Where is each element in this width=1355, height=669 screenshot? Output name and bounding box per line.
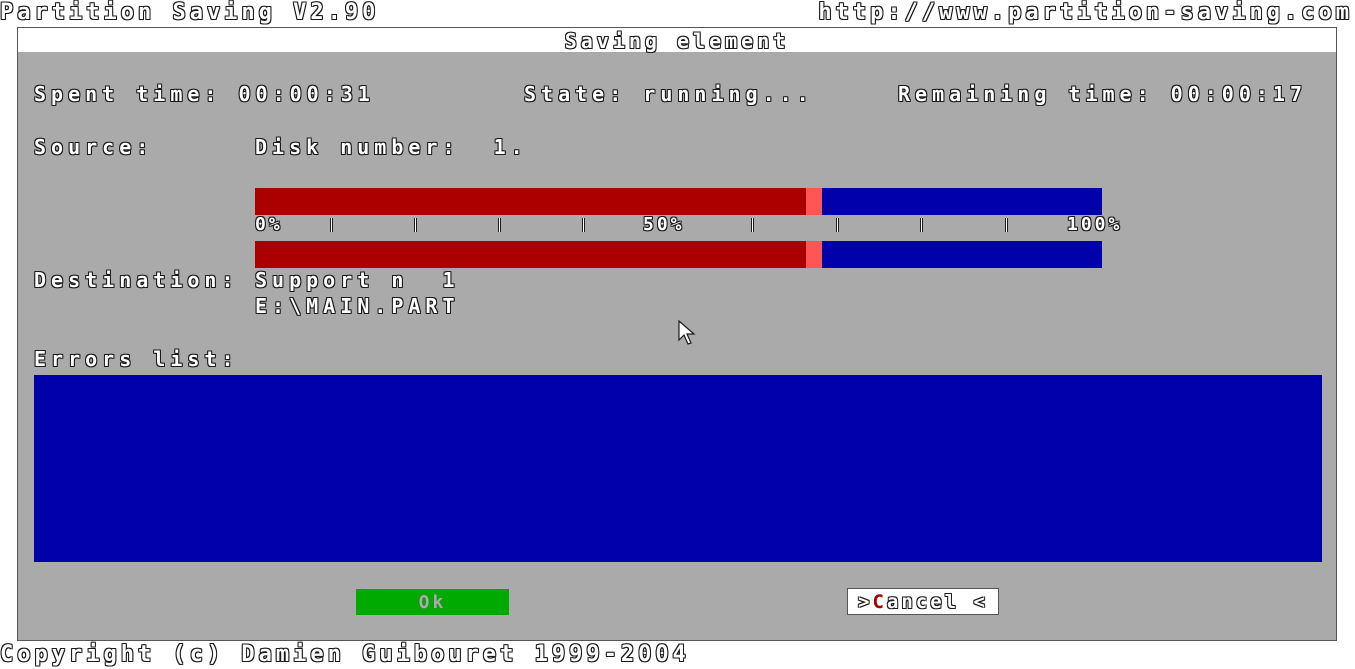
- progress-bar-source-fill: [255, 188, 806, 215]
- dialog-title: Saving element: [564, 29, 790, 53]
- progress-bar-destination-fill: [255, 241, 806, 268]
- app-title: Partition Saving V2.90: [0, 0, 380, 25]
- cancel-label-rest: ancel <: [886, 590, 988, 613]
- scale-tick: [583, 218, 584, 232]
- errors-label: Errors list:: [34, 347, 239, 371]
- errors-list[interactable]: [34, 375, 1322, 562]
- cancel-button[interactable]: > Cancel <: [847, 588, 999, 615]
- dialog-titlebar: Saving element: [18, 28, 1336, 52]
- source-label: Source:: [34, 135, 154, 159]
- destination-path: E:\MAIN.PART: [255, 294, 460, 318]
- scale-middle: 50%: [643, 214, 685, 235]
- remaining-time: Remaining time: 00:00:17: [898, 82, 1307, 106]
- cancel-hotkey: C: [872, 590, 887, 613]
- destination-support: Support n 1: [255, 268, 460, 292]
- scale-start: 0%: [255, 214, 283, 235]
- destination-label: Destination:: [34, 268, 239, 292]
- scale-tick: [921, 218, 922, 232]
- scale-tick: [1006, 218, 1007, 232]
- scale-tick: [752, 218, 753, 232]
- state-text: State: running...: [524, 82, 814, 106]
- progress-bar-destination-marker: [805, 241, 822, 268]
- ok-button[interactable]: Ok: [356, 589, 509, 615]
- saving-dialog: Saving element Spent time: 00:00:31 Stat…: [17, 27, 1337, 641]
- scale-tick: [415, 218, 416, 232]
- progress-bar-destination: [255, 241, 1102, 268]
- source-value: Disk number: 1.: [255, 135, 528, 159]
- copyright: Copyright (c) Damien Guibouret 1999-2004: [0, 642, 690, 667]
- scale-tick: [837, 218, 838, 232]
- app-url: http://www.partition-saving.com: [818, 0, 1353, 25]
- progress-bar-source-marker: [805, 188, 822, 215]
- progress-bar-source: [255, 188, 1102, 215]
- ok-button-label: Ok: [418, 591, 447, 613]
- spent-time: Spent time: 00:00:31: [34, 82, 375, 106]
- scale-tick: [331, 218, 332, 232]
- progress-scale: 0% 50% 100%: [255, 214, 1135, 236]
- scale-tick: [499, 218, 500, 232]
- cancel-prefix: >: [858, 590, 873, 613]
- mouse-pointer-icon: [678, 320, 696, 345]
- scale-end: 100%: [1067, 214, 1123, 235]
